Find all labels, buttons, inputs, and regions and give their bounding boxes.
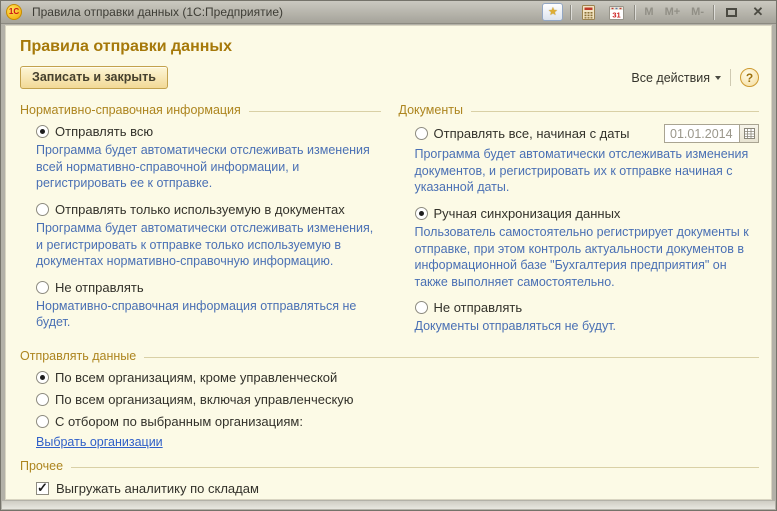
page-title: Правила отправки данных	[20, 38, 759, 56]
help-button[interactable]: ?	[740, 68, 759, 87]
option-description: Программа будет автоматически отслеживат…	[36, 142, 379, 192]
radio-label: По всем организациям, включая управленче…	[55, 392, 354, 407]
memory-m-minus-label: M-	[689, 6, 706, 18]
top-groups: Нормативно-справочная информация Отправл…	[20, 99, 759, 345]
maximize-button[interactable]	[721, 3, 741, 21]
group-send-data: Отправлять данные По всем организациям, …	[20, 349, 759, 455]
radio-label: Отправлять только используемую в докумен…	[55, 202, 345, 217]
radio-indicator	[415, 301, 428, 314]
calendar-glyph: 31	[609, 5, 624, 20]
all-actions-label: Все действия	[631, 71, 710, 85]
option-description: Пользователь самостоятельно регистрирует…	[415, 224, 758, 291]
radio-label: Не отправлять	[434, 300, 523, 315]
titlebar-separator	[634, 5, 635, 20]
start-date-field	[664, 124, 759, 143]
radio-indicator	[36, 125, 49, 138]
start-date-input[interactable]	[664, 124, 740, 143]
radio-nsi-send-used-only[interactable]: Отправлять только используемую в докумен…	[20, 202, 381, 217]
group-nsi-title: Нормативно-справочная информация	[20, 103, 241, 117]
close-button[interactable]: ✕	[748, 3, 768, 21]
radio-label: Отправлять все, начиная с даты	[434, 126, 630, 141]
radio-indicator	[415, 207, 428, 220]
radio-indicator	[36, 371, 49, 384]
radio-label: Ручная синхронизация данных	[434, 206, 621, 221]
group-other: Прочее Выгружать аналитику по складам i …	[20, 459, 759, 500]
window-bottom-frame	[2, 501, 775, 509]
titlebar: 1С Правила отправки данных (1С:Предприят…	[1, 1, 776, 24]
calendar-icon[interactable]: 31	[606, 3, 627, 21]
save-and-close-button[interactable]: Записать и закрыть	[20, 66, 168, 89]
chevron-down-icon	[715, 76, 721, 80]
star-icon: ★	[548, 7, 558, 18]
checkbox-export-warehouse-analytics[interactable]: Выгружать аналитику по складам	[20, 481, 759, 496]
command-bar-right: Все действия ?	[631, 68, 759, 87]
radio-docs-manual-sync[interactable]: Ручная синхронизация данных	[399, 206, 760, 221]
radio-orgs-all-including-management[interactable]: По всем организациям, включая управленче…	[20, 392, 759, 407]
radio-indicator	[36, 415, 49, 428]
radio-nsi-do-not-send[interactable]: Не отправлять	[20, 280, 381, 295]
option-description: Нормативно-справочная информация отправл…	[36, 298, 379, 331]
close-icon: ✕	[753, 4, 764, 20]
group-documents: Документы Отправлять все, начиная с даты	[399, 99, 760, 345]
radio-indicator	[36, 281, 49, 294]
radio-indicator	[36, 393, 49, 406]
option-description: Программа будет автоматически отслеживат…	[36, 220, 379, 270]
radio-label: Не отправлять	[55, 280, 144, 295]
radio-orgs-selected-filter[interactable]: С отбором по выбранным организациям:	[20, 414, 759, 429]
radio-indicator	[36, 203, 49, 216]
select-organizations-link[interactable]: Выбрать организации	[36, 435, 163, 449]
radio-nsi-send-all[interactable]: Отправлять всю	[20, 124, 381, 139]
command-bar: Записать и закрыть Все действия ?	[20, 66, 759, 89]
group-rule	[71, 467, 759, 468]
date-picker-button[interactable]	[740, 124, 759, 143]
radio-label: С отбором по выбранным организациям:	[55, 414, 303, 429]
option-description: Программа будет автоматически отслеживат…	[415, 146, 758, 196]
group-rule	[249, 111, 381, 112]
checkbox-indicator	[36, 482, 49, 495]
radio-label: По всем организациям, кроме управленческ…	[55, 370, 337, 385]
titlebar-separator	[713, 5, 714, 20]
command-bar-separator	[730, 69, 731, 86]
group-other-title: Прочее	[20, 459, 63, 473]
group-documents-title: Документы	[399, 103, 463, 117]
memory-m-plus-label: M+	[663, 6, 683, 18]
titlebar-controls: ★	[542, 3, 768, 21]
group-other-header: Прочее	[20, 459, 759, 473]
group-documents-header: Документы	[399, 103, 760, 117]
svg-text:31: 31	[613, 10, 621, 19]
group-rule	[144, 357, 759, 358]
radio-docs-do-not-send[interactable]: Не отправлять	[399, 300, 760, 315]
maximize-icon	[726, 8, 737, 17]
all-actions-button[interactable]: Все действия	[631, 71, 721, 85]
1c-logo-icon: 1С	[6, 4, 22, 20]
group-nsi-header: Нормативно-справочная информация	[20, 103, 381, 117]
group-send-data-title: Отправлять данные	[20, 349, 136, 363]
calculator-glyph	[581, 5, 596, 20]
app-window: 1С Правила отправки данных (1С:Предприят…	[0, 0, 777, 511]
group-rule	[471, 111, 759, 112]
calculator-icon[interactable]	[578, 3, 599, 21]
radio-orgs-all-except-management[interactable]: По всем организациям, кроме управленческ…	[20, 370, 759, 385]
window-title: Правила отправки данных (1С:Предприятие)	[32, 5, 283, 19]
favorites-icon[interactable]: ★	[542, 3, 563, 21]
calendar-grid-icon	[744, 128, 755, 139]
form-content: Правила отправки данных Записать и закры…	[5, 25, 772, 500]
checkbox-label: Выгружать аналитику по складам	[56, 481, 259, 496]
group-send-data-header: Отправлять данные	[20, 349, 759, 363]
titlebar-separator	[570, 5, 571, 20]
radio-label: Отправлять всю	[55, 124, 153, 139]
group-nsi: Нормативно-справочная информация Отправл…	[20, 99, 381, 345]
radio-docs-send-from-date[interactable]: Отправлять все, начиная с даты	[399, 124, 760, 143]
option-description: Документы отправляться не будут.	[415, 318, 758, 335]
radio-indicator	[415, 127, 428, 140]
memory-m-label: M	[642, 6, 655, 18]
